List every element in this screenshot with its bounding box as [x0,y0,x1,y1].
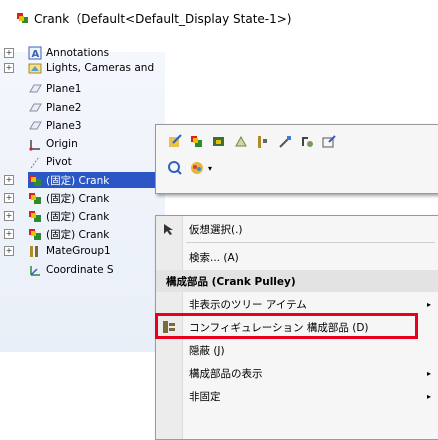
tree-item-label: (固定) Crank [46,228,110,241]
tree-item[interactable]: + (固定) Crank [4,172,165,188]
tree-item-label: (固定) Crank [46,174,110,187]
component-icon [28,173,42,187]
tree-item-label: Lights, Cameras and Scene [46,62,156,74]
tree-item[interactable]: + A Annotations [4,45,110,61]
appearance-dropdown-icon[interactable]: ▾ [208,164,212,173]
tree-root-label: Crank（Default<Default_Display State-1>) [34,11,292,26]
tree-item[interactable]: Coordinate S [28,262,114,278]
menu-item-component-display[interactable]: 構成部品の表示 ▸ [156,363,438,383]
component-icon [28,227,42,241]
annotations-icon: A [28,46,42,60]
menu-separator [186,242,435,243]
component-properties-icon[interactable] [188,133,206,151]
tree-item[interactable]: + (固定) Crank [4,208,110,224]
origin-icon [28,137,42,151]
menu-item-search[interactable]: 検索... (A) [156,247,438,267]
tree-item[interactable]: Pivot [28,154,72,170]
assembly-icon [16,11,30,25]
tree-item-label: Coordinate S [46,264,114,276]
tree-item-label: Plane1 [46,83,82,95]
plane-icon [28,82,42,96]
tree-item[interactable]: + (固定) Crank [4,226,110,242]
expand-icon[interactable]: + [4,211,14,221]
tree-item-label: Plane3 [46,120,82,132]
submenu-arrow-icon: ▸ [426,391,431,401]
svg-text:A: A [32,49,40,60]
mate-icon[interactable] [254,133,272,151]
plane-icon [28,119,42,133]
menu-section-header: 構成部品 (Crank Pulley) [156,270,438,292]
axis-icon [28,155,42,169]
tree-item[interactable]: Plane2 [28,100,81,116]
tree-item-label: Annotations [46,47,110,59]
expand-icon[interactable]: + [4,229,14,239]
expand-icon[interactable]: + [4,246,14,256]
appearance-icon[interactable] [188,159,206,177]
mates-icon [28,244,42,258]
tree-root[interactable]: Crank（Default<Default_Display State-1>) [16,8,291,28]
tree-item-label: (固定) Crank [46,210,110,223]
edit-part-icon[interactable] [166,133,184,151]
select-other-icon [162,222,176,236]
open-part-icon[interactable] [320,133,338,151]
tree-item[interactable]: + (固定) Crank [4,190,110,206]
zoom-to-selection-icon[interactable] [166,159,184,177]
menu-item-suppress[interactable]: 隠蔽 (J) [156,340,438,360]
tree-item-label: MateGroup1 [46,245,111,257]
tree-item-label: (固定) Crank [46,192,110,205]
context-toolbar: ▾ [155,124,438,194]
tree-item[interactable]: + Lights, Cameras and Scene [4,60,156,76]
expand-icon[interactable]: + [4,193,14,203]
component-icon [28,209,42,223]
tree-item[interactable]: Origin [28,136,78,152]
move-component-icon[interactable] [276,133,294,151]
expand-icon[interactable]: + [4,175,14,185]
tree-item[interactable]: Plane1 [28,81,81,97]
tree-item[interactable]: + MateGroup1 [4,243,111,259]
component-icon [28,191,42,205]
expand-icon[interactable]: + [4,48,14,58]
tree-item-label: Origin [46,138,78,150]
rotate-component-icon[interactable] [298,133,316,151]
menu-item-float[interactable]: 非固定 ▸ [156,386,438,406]
tree-item-label: Plane2 [46,102,82,114]
isolate-icon[interactable] [232,133,250,151]
expand-icon[interactable]: + [4,63,14,73]
coordinate-icon [28,263,42,277]
tree-item-label: Pivot [46,156,72,168]
submenu-arrow-icon: ▸ [426,299,431,309]
highlight-annotation-box [155,313,418,339]
tree-item[interactable]: Plane3 [28,118,81,134]
lights-icon [28,61,42,75]
submenu-arrow-icon: ▸ [426,368,431,378]
menu-item-hidden-tree-items[interactable]: 非表示のツリー アイテム ▸ [156,294,438,314]
menu-item-select-other[interactable]: 仮想選択(.) [156,219,438,239]
hide-show-icon[interactable] [210,133,228,151]
plane-icon [28,101,42,115]
